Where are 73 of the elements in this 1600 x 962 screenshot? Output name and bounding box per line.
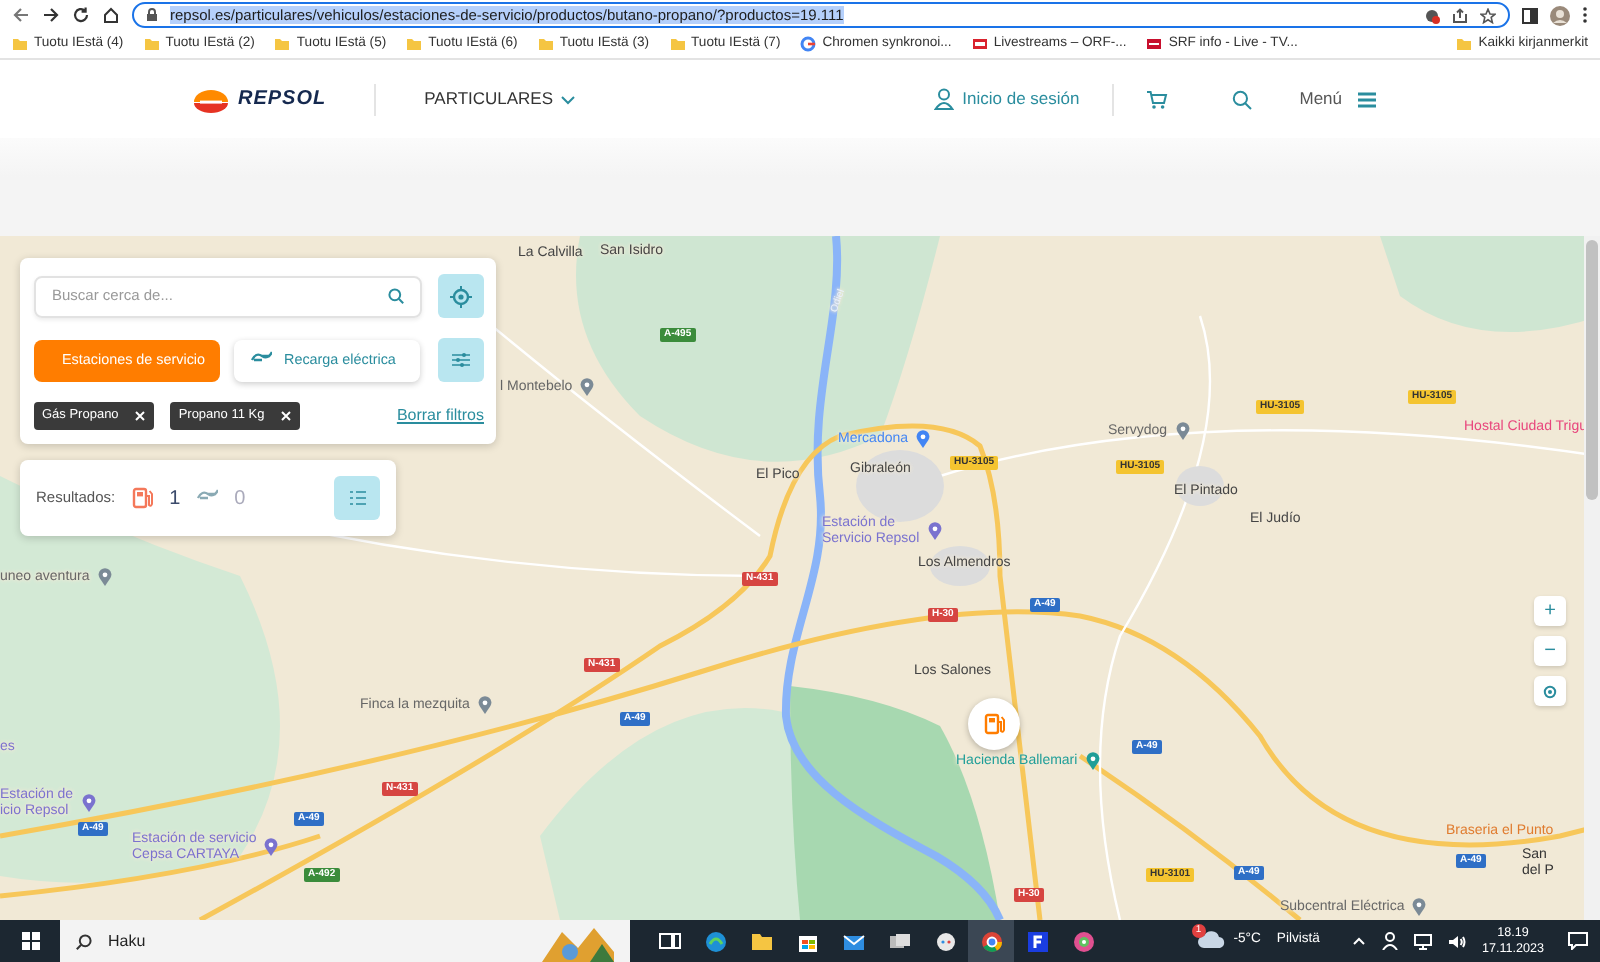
taskbar-app-button[interactable] <box>968 920 1014 962</box>
folder-icon <box>143 36 160 52</box>
map-pin-icon <box>580 378 595 396</box>
map-pin-icon <box>916 430 931 448</box>
map-pin-icon <box>1412 898 1427 916</box>
tv-icon <box>1146 36 1163 52</box>
google-icon <box>800 36 817 52</box>
volume-icon[interactable] <box>1447 933 1466 949</box>
map-pin-icon <box>477 696 492 714</box>
f-app-icon <box>1023 927 1051 955</box>
folder-icon <box>1456 36 1473 52</box>
chevron-up-icon[interactable] <box>1351 936 1366 946</box>
menu-icon <box>1358 91 1376 107</box>
close-icon <box>280 410 293 422</box>
login-link[interactable]: Inicio de sesión <box>934 86 1080 112</box>
network-icon[interactable] <box>1413 933 1432 949</box>
map-pin-icon <box>97 568 112 586</box>
clear-filters-link[interactable]: Borrar filtros <box>396 404 484 428</box>
share-icon[interactable] <box>1452 7 1468 23</box>
result-count: 1 <box>169 485 181 513</box>
sliders-icon <box>452 352 470 368</box>
windows-icon <box>21 932 39 950</box>
chrome-icon <box>977 927 1005 955</box>
folder-icon <box>12 36 28 52</box>
result-count: 0 <box>234 485 246 513</box>
bubble-icon <box>931 927 959 955</box>
map-pin-icon <box>1175 422 1190 440</box>
search-icon <box>76 933 92 949</box>
task-view-icon <box>655 927 683 955</box>
close-icon <box>134 410 147 422</box>
folder-icon <box>669 36 686 52</box>
map-pin-icon <box>1085 752 1100 770</box>
logo-text[interactable]: REPSOL <box>238 84 327 114</box>
list-icon <box>349 490 365 506</box>
tv-icon <box>971 36 988 52</box>
locate-icon <box>450 285 472 307</box>
logo-icon[interactable] <box>192 85 230 113</box>
fuel-pump-icon <box>983 712 1005 736</box>
scrollbar[interactable] <box>1584 236 1600 920</box>
map-pin-icon <box>264 838 279 857</box>
menu-button[interactable]: Menú <box>1299 86 1376 112</box>
folder-icon <box>406 36 423 52</box>
section-dropdown[interactable]: PARTICULARES <box>424 86 576 112</box>
lock-icon <box>146 8 158 22</box>
photos-icon <box>1069 927 1097 955</box>
home-icon[interactable] <box>102 6 120 24</box>
cloud-icon <box>1197 930 1226 949</box>
sidebar-icon[interactable] <box>1522 7 1538 23</box>
people-icon[interactable] <box>1381 932 1398 950</box>
notification-icon[interactable] <box>1568 932 1588 950</box>
zoom-out-button[interactable]: − <box>1534 636 1566 666</box>
user-icon <box>934 88 955 110</box>
zoom-in-button[interactable]: + <box>1534 596 1566 626</box>
blocked-icon[interactable] <box>1424 7 1440 23</box>
search-icon <box>388 288 404 304</box>
edge-icon <box>701 927 729 955</box>
cart-icon[interactable] <box>1145 89 1168 109</box>
forward-icon[interactable] <box>42 6 60 24</box>
folder-icon <box>537 36 554 52</box>
chevron-down-icon <box>559 93 576 105</box>
search-icon[interactable] <box>1231 89 1252 109</box>
back-icon[interactable] <box>12 6 30 24</box>
star-icon[interactable] <box>1480 7 1496 23</box>
locate-button[interactable] <box>438 274 484 318</box>
locate-button[interactable] <box>1534 676 1566 706</box>
map-pin-icon <box>927 522 942 541</box>
taskbar-search-field[interactable]: Haku <box>60 920 630 962</box>
more-icon[interactable] <box>1582 6 1588 24</box>
locate-icon <box>1542 683 1558 699</box>
folder-icon <box>274 36 291 52</box>
avatar-icon[interactable] <box>1550 5 1570 25</box>
map-pin-icon <box>81 794 96 813</box>
reload-icon[interactable] <box>72 6 90 24</box>
